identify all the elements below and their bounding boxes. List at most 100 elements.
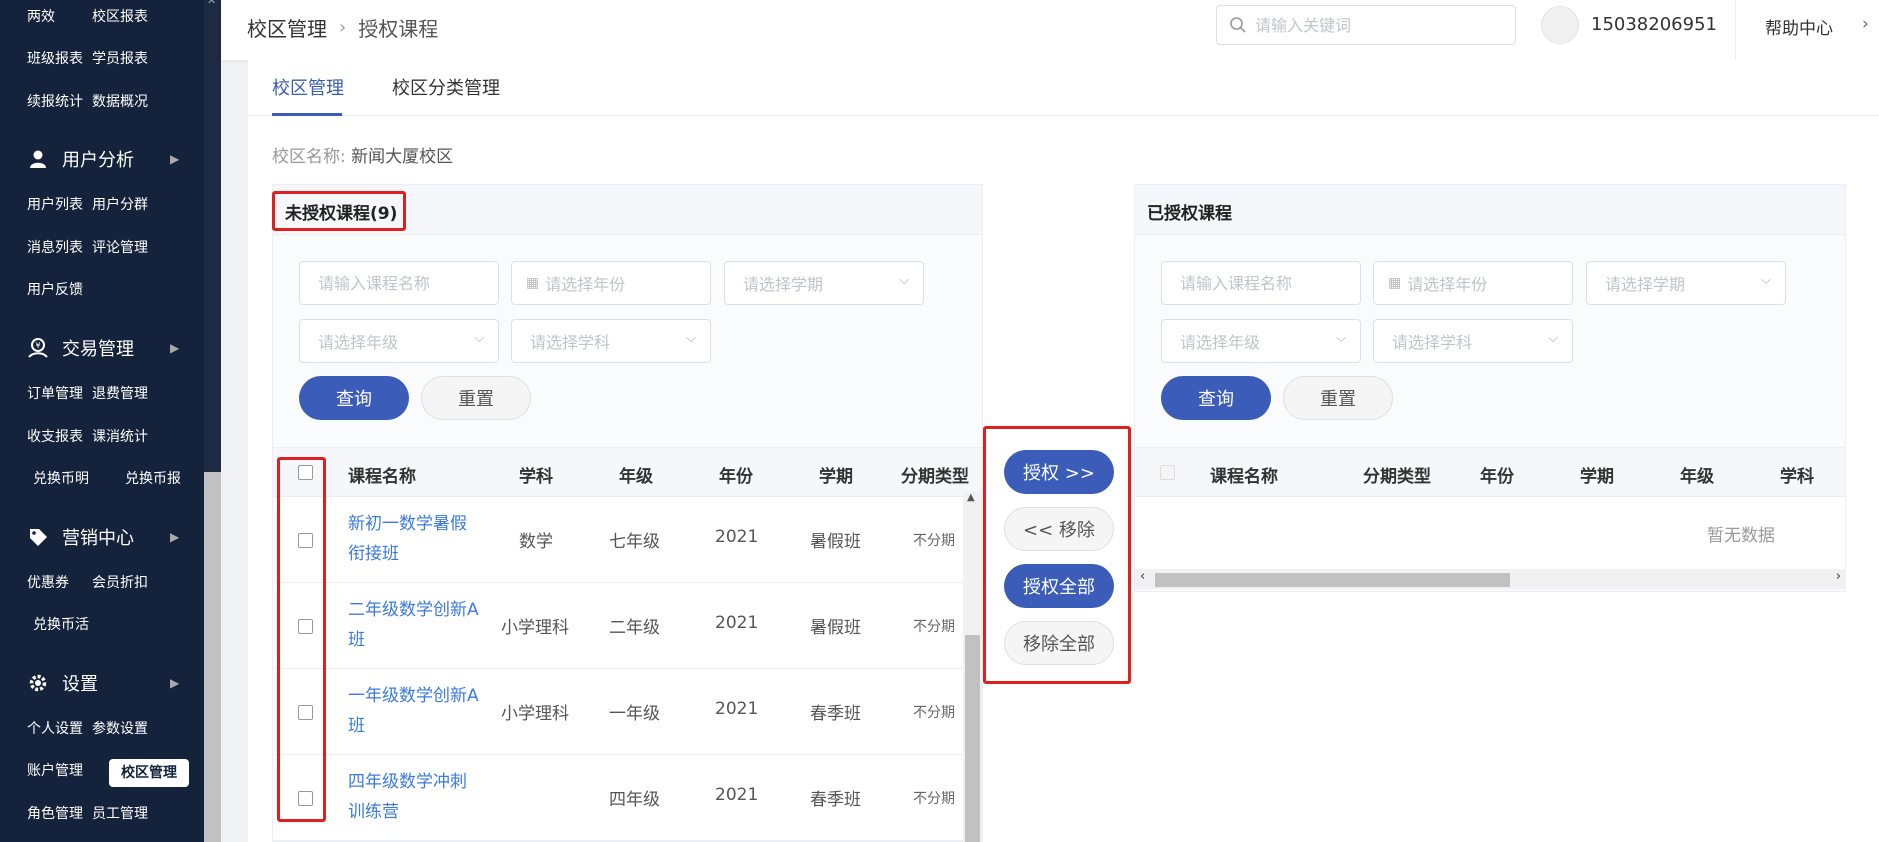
right-table-hscrollbar[interactable]: ‹ › <box>1135 569 1846 589</box>
table-row[interactable]: 新初一数学暑假衔接班 数学 七年级 2021 暑假班 不分期 <box>273 497 963 583</box>
triangle-right-icon: ▶ <box>170 341 180 355</box>
year-picker[interactable]: ▦ 请选择年份 <box>511 261 711 305</box>
calendar-icon: ▦ <box>1388 275 1402 291</box>
course-name-input[interactable] <box>1161 261 1361 305</box>
course-name-input[interactable] <box>299 261 499 305</box>
sidebar-group-user[interactable]: 用户分析 ▶ <box>0 144 204 174</box>
chevron-up-icon[interactable]: ▲ <box>967 492 975 503</box>
close-icon[interactable]: ✕ <box>207 0 216 7</box>
chevron-right-icon[interactable]: › <box>1836 569 1841 584</box>
column-header[interactable]: 年级 <box>619 462 653 487</box>
sidebar-item[interactable]: 学员报表 <box>92 47 184 71</box>
sidebar-item[interactable]: 兑换币明 <box>0 467 92 491</box>
chevron-down-icon: ⌵ <box>474 331 484 346</box>
search-input[interactable] <box>1255 15 1495 35</box>
table-header: 课程名称 分期类型 年份 学期 年级 学科 <box>1135 447 1845 497</box>
user-name[interactable]: 15038206951 <box>1591 14 1717 35</box>
column-header[interactable]: 学期 <box>819 462 853 487</box>
chevron-right-icon[interactable]: › <box>1862 14 1869 34</box>
course-name-link[interactable]: 一年级数学创新A班 <box>348 681 483 741</box>
sidebar-item[interactable]: 用户分群 <box>92 193 184 217</box>
table-row[interactable]: 四年级数学冲刺训练营 四年级 2021 春季班 不分期 <box>273 755 963 841</box>
grade-cell: 七年级 <box>609 532 660 552</box>
column-header[interactable]: 分期类型 <box>901 462 969 487</box>
column-header[interactable]: 学期 <box>1580 462 1614 487</box>
breadcrumb-item[interactable]: 校区管理 <box>247 13 327 42</box>
column-header[interactable]: 学科 <box>1780 462 1814 487</box>
course-name-field[interactable] <box>318 273 468 293</box>
sidebar-item[interactable]: 课消统计 <box>92 425 184 449</box>
tab-campus-category[interactable]: 校区分类管理 <box>392 74 500 100</box>
year-picker[interactable]: ▦ 请选择年份 <box>1373 261 1573 305</box>
query-button[interactable]: 查询 <box>1161 376 1271 420</box>
sidebar-row: 账户管理 校区管理 <box>0 759 204 787</box>
sidebar-item[interactable]: 会员折扣 <box>92 571 184 595</box>
grade-select[interactable]: 请选择年级 ⌵ <box>299 319 499 363</box>
hscrollbar-thumb[interactable] <box>1155 573 1510 587</box>
table-row[interactable]: 一年级数学创新A班 小学理科 一年级 2021 春季班 不分期 <box>273 669 963 755</box>
subject-cell: 小学理科 <box>501 618 569 638</box>
course-name-field[interactable] <box>1180 273 1330 293</box>
sidebar-row: 收支报表 课消统计 <box>0 425 204 449</box>
table-scrollbar-thumb[interactable] <box>965 635 980 842</box>
sidebar-item[interactable]: 优惠券 <box>0 571 92 595</box>
column-header[interactable]: 年级 <box>1680 462 1714 487</box>
sidebar-item[interactable]: 消息列表 <box>0 236 92 260</box>
sidebar-item[interactable]: 用户反馈 <box>0 278 92 302</box>
sidebar-item[interactable]: 校区报表 <box>92 5 184 29</box>
course-name-link[interactable]: 四年级数学冲刺训练营 <box>348 767 483 827</box>
column-header[interactable]: 学科 <box>519 462 553 487</box>
query-button[interactable]: 查询 <box>299 376 409 420</box>
course-name-link[interactable]: 新初一数学暑假衔接班 <box>348 509 483 569</box>
authorize-all-button[interactable]: 授权全部 <box>1004 564 1114 608</box>
sidebar-item-campus-active[interactable]: 校区管理 <box>109 759 189 787</box>
sidebar-item[interactable]: 兑换币报 <box>92 467 184 491</box>
avatar[interactable] <box>1541 6 1579 44</box>
subject-select[interactable]: 请选择学科 ⌵ <box>511 319 711 363</box>
tab-campus-management[interactable]: 校区管理 <box>272 74 344 100</box>
sidebar-item[interactable]: 班级报表 <box>0 47 92 71</box>
sidebar-scrollbar[interactable]: ✕ <box>204 0 221 842</box>
subject-select[interactable]: 请选择学科 ⌵ <box>1373 319 1573 363</box>
trade-icon: ¥ <box>26 336 50 360</box>
course-name-link[interactable]: 二年级数学创新A班 <box>348 595 483 655</box>
sidebar-item[interactable]: 评论管理 <box>92 236 184 260</box>
table-scrollbar[interactable]: ▲ <box>963 492 982 842</box>
sidebar-group-marketing[interactable]: 营销中心 ▶ <box>0 522 204 552</box>
term-select[interactable]: 请选择学期 ⌵ <box>1586 261 1786 305</box>
sidebar-item[interactable]: 数据概况 <box>92 90 184 114</box>
table-row[interactable]: 二年级数学创新A班 小学理科 二年级 2021 暑假班 不分期 <box>273 583 963 669</box>
sidebar-item[interactable]: 参数设置 <box>92 717 184 741</box>
sidebar-scrollbar-thumb[interactable] <box>204 472 221 842</box>
sidebar-item[interactable]: 员工管理 <box>92 802 184 826</box>
column-header[interactable]: 分期类型 <box>1363 462 1431 487</box>
sidebar-item[interactable]: 兑换币活 <box>0 613 92 637</box>
reset-button[interactable]: 重置 <box>421 376 531 420</box>
column-header[interactable]: 年份 <box>1480 462 1514 487</box>
sidebar-item[interactable]: 个人设置 <box>0 717 92 741</box>
sidebar-item[interactable]: 订单管理 <box>0 382 92 406</box>
sidebar-group-trade[interactable]: ¥ 交易管理 ▶ <box>0 333 204 363</box>
column-header[interactable]: 课程名称 <box>348 462 416 487</box>
select-all-checkbox <box>1160 465 1175 480</box>
authorize-button[interactable]: 授权 >> <box>1004 450 1114 494</box>
sidebar-row: 兑换币活 <box>0 613 204 637</box>
sidebar-item[interactable]: 收支报表 <box>0 425 92 449</box>
term-select[interactable]: 请选择学期 ⌵ <box>724 261 924 305</box>
sidebar-item[interactable]: 两效 <box>0 5 92 29</box>
sidebar-item[interactable]: 用户列表 <box>0 193 92 217</box>
search-box[interactable] <box>1216 5 1516 45</box>
sidebar-item[interactable]: 退费管理 <box>92 382 184 406</box>
remove-button[interactable]: << 移除 <box>1004 507 1114 551</box>
sidebar-item[interactable]: 角色管理 <box>0 802 92 826</box>
column-header[interactable]: 年份 <box>719 462 753 487</box>
remove-all-button[interactable]: 移除全部 <box>1004 621 1114 665</box>
sidebar-item[interactable]: 续报统计 <box>0 90 92 114</box>
help-center-link[interactable]: 帮助中心 <box>1765 14 1833 39</box>
chevron-left-icon[interactable]: ‹ <box>1140 569 1145 584</box>
column-header[interactable]: 课程名称 <box>1210 462 1278 487</box>
sidebar-group-settings[interactable]: 设置 ▶ <box>0 668 204 698</box>
grade-select[interactable]: 请选择年级 ⌵ <box>1161 319 1361 363</box>
sidebar-item[interactable]: 账户管理 <box>0 759 92 783</box>
reset-button[interactable]: 重置 <box>1283 376 1393 420</box>
